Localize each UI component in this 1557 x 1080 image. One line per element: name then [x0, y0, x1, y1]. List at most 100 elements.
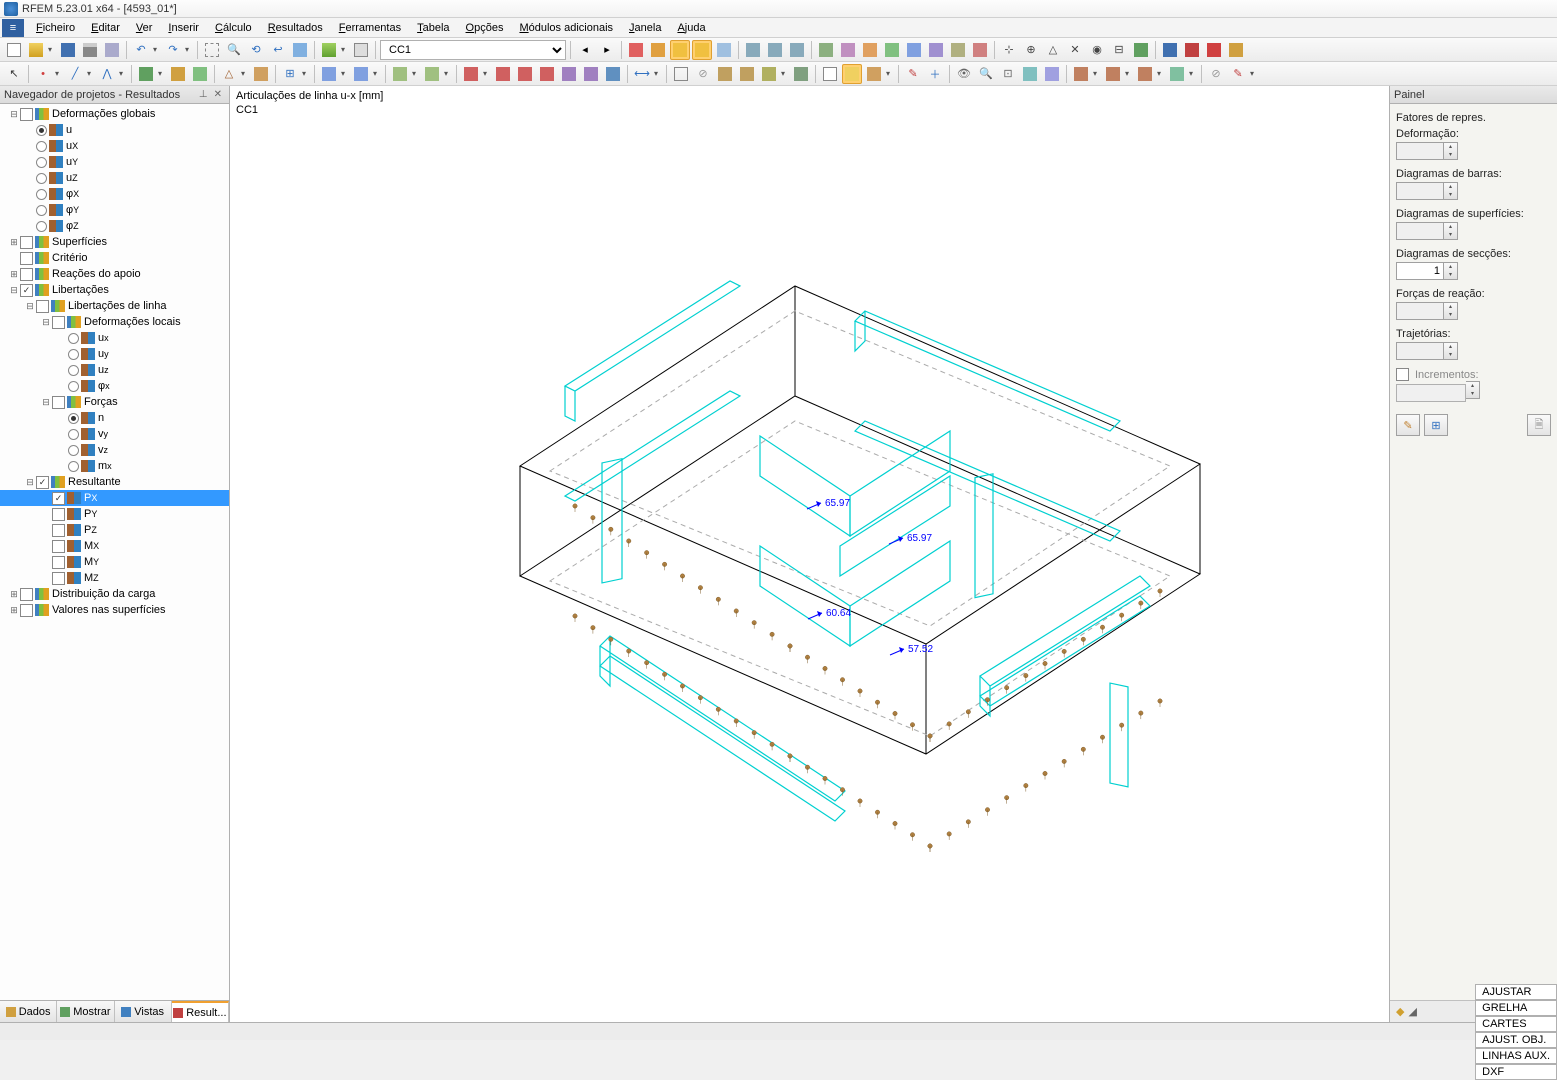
- tree-row-13[interactable]: ⊟Deformações locais: [0, 314, 229, 330]
- show-loads-button[interactable]: [626, 40, 646, 60]
- tree-row-10[interactable]: ⊞Reações do apoio: [0, 266, 229, 282]
- load-7-button[interactable]: [603, 64, 623, 84]
- tree-radio[interactable]: [68, 461, 79, 472]
- render-1-button[interactable]: [816, 40, 836, 60]
- tree-row-30[interactable]: ⊞Distribuição da carga: [0, 586, 229, 602]
- expand-icon[interactable]: ⊟: [8, 109, 20, 120]
- copy-button[interactable]: [319, 64, 339, 84]
- table-2-button[interactable]: [842, 64, 862, 84]
- support-nodal-button[interactable]: △: [219, 64, 239, 84]
- edit-1-button[interactable]: ✎: [903, 64, 923, 84]
- table-1-button[interactable]: [820, 64, 840, 84]
- surface-button[interactable]: [190, 64, 210, 84]
- menu-mdulosadicionais[interactable]: Módulos adicionais: [511, 20, 621, 36]
- polyline-button[interactable]: ⋀: [97, 64, 117, 84]
- tree-radio[interactable]: [36, 173, 47, 184]
- tree-checkbox[interactable]: ✓: [52, 492, 65, 505]
- tool-c-button[interactable]: [787, 40, 807, 60]
- module-1-button[interactable]: [1160, 40, 1180, 60]
- tree-row-4[interactable]: uZ: [0, 170, 229, 186]
- menu-clculo[interactable]: Cálculo: [207, 20, 260, 36]
- expand-icon[interactable]: ⊞: [8, 269, 20, 280]
- tree-row-18[interactable]: ⊟Forças: [0, 394, 229, 410]
- rp-input-1[interactable]: [1396, 182, 1444, 200]
- rp-input-0[interactable]: [1396, 142, 1444, 160]
- tree-checkbox[interactable]: [20, 108, 33, 121]
- expand-icon[interactable]: ⊟: [40, 397, 52, 408]
- sel-3-button[interactable]: [715, 64, 735, 84]
- rp-input-2[interactable]: [1396, 222, 1444, 240]
- views-button[interactable]: [290, 40, 310, 60]
- nav-tab-dados[interactable]: Dados: [0, 1001, 57, 1022]
- render-6-button[interactable]: [926, 40, 946, 60]
- render-8-button[interactable]: [970, 40, 990, 60]
- zoom-icon[interactable]: 🔍: [224, 40, 244, 60]
- pin-icon[interactable]: ⊥: [196, 89, 211, 100]
- tool-a-button[interactable]: [743, 40, 763, 60]
- tree-row-15[interactable]: uy: [0, 346, 229, 362]
- snap-c-button[interactable]: △: [1043, 40, 1063, 60]
- print-button[interactable]: [80, 40, 100, 60]
- cross-section-button[interactable]: ⊞: [280, 64, 300, 84]
- prev-lc-button[interactable]: ◂: [575, 40, 595, 60]
- expand-icon[interactable]: ⊟: [24, 301, 36, 312]
- nav-tab-vistas[interactable]: Vistas: [115, 1001, 172, 1022]
- tree-radio[interactable]: [36, 141, 47, 152]
- zoom-out-icon[interactable]: ⟲: [246, 40, 266, 60]
- results-tree[interactable]: ⊟Deformações globaisuuXuYuZφXφYφZ⊞Superf…: [0, 104, 229, 1000]
- line-button[interactable]: ╱: [65, 64, 85, 84]
- save-button[interactable]: [58, 40, 78, 60]
- view-4-button[interactable]: [1020, 64, 1040, 84]
- tree-checkbox[interactable]: [20, 268, 33, 281]
- work-plane-button[interactable]: [319, 40, 339, 60]
- sel-2-button[interactable]: ⊘: [693, 64, 713, 84]
- tree-row-29[interactable]: MZ: [0, 570, 229, 586]
- load-5-button[interactable]: [559, 64, 579, 84]
- snap-b-button[interactable]: ⊕: [1021, 40, 1041, 60]
- tree-radio[interactable]: [68, 333, 79, 344]
- tree-checkbox[interactable]: [20, 252, 33, 265]
- tree-row-27[interactable]: MX: [0, 538, 229, 554]
- viewport[interactable]: Articulações de linha u-x [mm] CC1: [230, 86, 1389, 1022]
- tree-row-12[interactable]: ⊟Libertações de linha: [0, 298, 229, 314]
- increments-spin[interactable]: ▴▾: [1466, 381, 1480, 399]
- menu-opes[interactable]: Opções: [458, 20, 512, 36]
- zoom-window-button[interactable]: [202, 40, 222, 60]
- grid-2-button[interactable]: [422, 64, 442, 84]
- tree-row-25[interactable]: PY: [0, 506, 229, 522]
- member-button[interactable]: [136, 64, 156, 84]
- tree-radio[interactable]: [36, 157, 47, 168]
- status-grelha[interactable]: GRELHA: [1475, 1000, 1557, 1016]
- load-2-button[interactable]: [493, 64, 513, 84]
- redo-button[interactable]: ↷: [163, 40, 183, 60]
- tree-checkbox[interactable]: [52, 540, 65, 553]
- load-3-button[interactable]: [515, 64, 535, 84]
- new-file-button[interactable]: [4, 40, 24, 60]
- render-4-button[interactable]: [882, 40, 902, 60]
- increments-checkbox[interactable]: [1396, 368, 1409, 381]
- view-5-button[interactable]: [1042, 64, 1062, 84]
- tree-checkbox[interactable]: ✓: [36, 476, 49, 489]
- tree-row-23[interactable]: ⊟✓Resultante: [0, 474, 229, 490]
- open-file-button[interactable]: [26, 40, 46, 60]
- tree-row-31[interactable]: ⊞Valores nas superfícies: [0, 602, 229, 618]
- tree-row-1[interactable]: u: [0, 122, 229, 138]
- loadcase-combo[interactable]: CC1: [380, 40, 566, 60]
- tree-radio[interactable]: [36, 189, 47, 200]
- nav-tab-result[interactable]: Result...: [172, 1001, 229, 1022]
- panel-btn-1[interactable]: ✎: [1396, 414, 1420, 436]
- increments-combo[interactable]: [1396, 384, 1466, 402]
- tree-radio[interactable]: [36, 221, 47, 232]
- tree-checkbox[interactable]: [52, 316, 65, 329]
- menu-start-icon[interactable]: ≡: [2, 19, 24, 37]
- sel-6-button[interactable]: [791, 64, 811, 84]
- tree-row-0[interactable]: ⊟Deformações globais: [0, 106, 229, 122]
- tree-checkbox[interactable]: [20, 236, 33, 249]
- load-6-button[interactable]: [581, 64, 601, 84]
- expand-icon[interactable]: ⊟: [8, 285, 20, 296]
- tree-row-14[interactable]: ux: [0, 330, 229, 346]
- continuous-button[interactable]: [168, 64, 188, 84]
- tree-row-9[interactable]: Critério: [0, 250, 229, 266]
- render-2-button[interactable]: [838, 40, 858, 60]
- status-dxf[interactable]: DXF: [1475, 1064, 1557, 1080]
